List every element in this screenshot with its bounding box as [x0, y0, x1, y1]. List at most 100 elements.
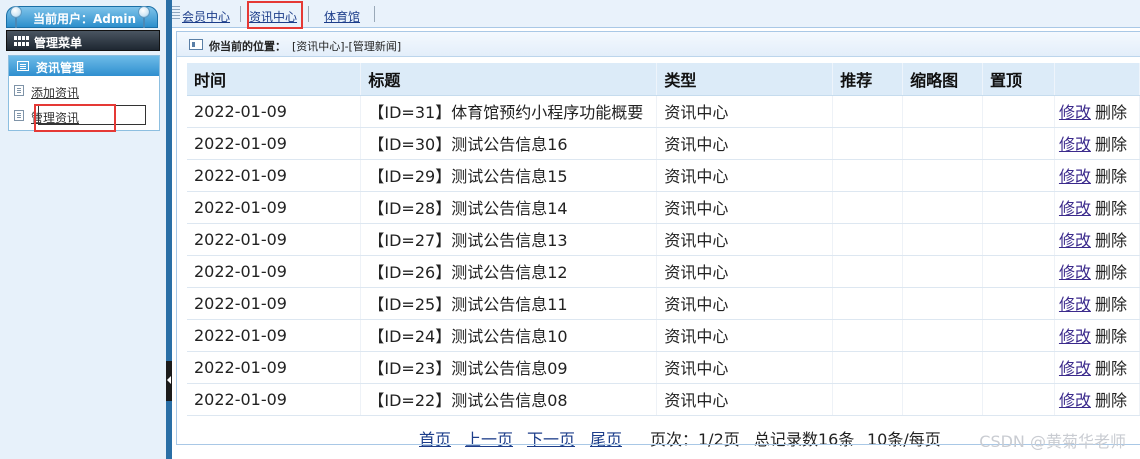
cell-title: 【ID=31】体育馆预约小程序功能概要	[360, 95, 658, 128]
table-row: 2022-01-09 【ID=22】测试公告信息08 资讯中心 修改 删除	[187, 383, 1140, 416]
cell-date: 2022-01-09	[187, 319, 362, 352]
cell-title: 【ID=23】测试公告信息09	[360, 351, 658, 384]
pin-icon	[138, 6, 150, 28]
cell-title: 【ID=30】测试公告信息16	[360, 127, 658, 160]
cell-recommend	[832, 127, 904, 160]
cell-title: 【ID=25】测试公告信息11	[360, 287, 658, 320]
cell-pinned	[982, 319, 1055, 352]
cell-title: 【ID=29】测试公告信息15	[360, 159, 658, 192]
cell-date: 2022-01-09	[187, 255, 362, 288]
first-page-link[interactable]: 首页	[419, 426, 451, 450]
cell-actions: 修改 删除	[1054, 319, 1140, 352]
cell-date: 2022-01-09	[187, 287, 362, 320]
last-page-link[interactable]: 尾页	[590, 426, 622, 450]
table-row: 2022-01-09 【ID=30】测试公告信息16 资讯中心 修改 删除	[187, 127, 1140, 160]
cell-title: 【ID=27】测试公告信息13	[360, 223, 658, 256]
current-user-label: 当前用户：Admin	[33, 12, 137, 26]
grip-icon	[172, 6, 180, 20]
cell-actions: 修改 删除	[1054, 383, 1140, 416]
prev-page-link[interactable]: 上一页	[465, 426, 513, 450]
delete-link[interactable]: 删除	[1095, 167, 1127, 186]
menu-group-title: 资讯管理	[36, 61, 85, 75]
delete-link[interactable]: 删除	[1095, 391, 1127, 410]
menu-group-header[interactable]: 资讯管理	[9, 56, 159, 76]
cell-type: 资讯中心	[656, 319, 834, 352]
cell-type: 资讯中心	[656, 127, 834, 160]
cell-pinned	[982, 383, 1055, 416]
cell-recommend	[832, 287, 904, 320]
edit-link[interactable]: 修改	[1059, 391, 1091, 410]
edit-link[interactable]: 修改	[1059, 295, 1091, 314]
column-header-type: 类型	[656, 63, 834, 96]
list-icon	[17, 61, 29, 71]
cell-date: 2022-01-09	[187, 95, 362, 128]
delete-link[interactable]: 删除	[1095, 263, 1127, 282]
table-row: 2022-01-09 【ID=29】测试公告信息15 资讯中心 修改 删除	[187, 159, 1140, 192]
cell-pinned	[982, 223, 1055, 256]
location-path: [资讯中心]-[管理新闻]	[292, 40, 402, 53]
cell-title: 【ID=24】测试公告信息10	[360, 319, 658, 352]
cell-date: 2022-01-09	[187, 159, 362, 192]
nav-gym[interactable]: 体育馆	[324, 8, 360, 25]
cell-title: 【ID=22】测试公告信息08	[360, 383, 658, 416]
delete-link[interactable]: 删除	[1095, 103, 1127, 122]
cell-thumbnail	[902, 95, 984, 128]
edit-link[interactable]: 修改	[1059, 263, 1091, 282]
delete-link[interactable]: 删除	[1095, 199, 1127, 218]
edit-link[interactable]: 修改	[1059, 135, 1091, 154]
cell-recommend	[832, 223, 904, 256]
cell-date: 2022-01-09	[187, 127, 362, 160]
cell-actions: 修改 删除	[1054, 191, 1140, 224]
pin-icon	[10, 6, 22, 28]
column-header-thumbnail: 缩略图	[902, 63, 984, 96]
cell-actions: 修改 删除	[1054, 127, 1140, 160]
menu-title: 管理菜单	[34, 36, 83, 50]
highlight-box	[34, 104, 116, 132]
location-label: 你当前的位置：	[209, 40, 286, 53]
next-page-link[interactable]: 下一页	[527, 426, 575, 450]
column-header-title: 标题	[360, 63, 658, 96]
cell-thumbnail	[902, 287, 984, 320]
cell-date: 2022-01-09	[187, 351, 362, 384]
cell-recommend	[832, 351, 904, 384]
delete-link[interactable]: 删除	[1095, 231, 1127, 250]
delete-link[interactable]: 删除	[1095, 135, 1127, 154]
table-header-row: 时间 标题 类型 推荐 缩略图 置顶	[187, 63, 1140, 96]
cell-type: 资讯中心	[656, 383, 834, 416]
cell-type: 资讯中心	[656, 351, 834, 384]
main-content: 你当前的位置： [资讯中心]-[管理新闻] 时间 标题 类型 推荐 缩略图 置顶…	[176, 31, 1140, 445]
nav-separator	[374, 6, 375, 22]
cell-recommend	[832, 95, 904, 128]
cell-actions: 修改 删除	[1054, 159, 1140, 192]
nav-member-center[interactable]: 会员中心	[182, 8, 230, 25]
table-row: 2022-01-09 【ID=26】测试公告信息12 资讯中心 修改 删除	[187, 255, 1140, 288]
cell-thumbnail	[902, 223, 984, 256]
column-header-recommend: 推荐	[832, 63, 904, 96]
sidebar-item-label[interactable]: 添加资讯	[31, 84, 79, 101]
edit-link[interactable]: 修改	[1059, 167, 1091, 186]
delete-link[interactable]: 删除	[1095, 327, 1127, 346]
window-icon	[189, 39, 203, 50]
cell-title: 【ID=26】测试公告信息12	[360, 255, 658, 288]
cell-pinned	[982, 255, 1055, 288]
cell-thumbnail	[902, 383, 984, 416]
current-user-bar: 当前用户：Admin	[6, 6, 158, 28]
edit-link[interactable]: 修改	[1059, 199, 1091, 218]
document-icon	[14, 110, 24, 121]
cell-type: 资讯中心	[656, 223, 834, 256]
cell-date: 2022-01-09	[187, 383, 362, 416]
edit-link[interactable]: 修改	[1059, 327, 1091, 346]
edit-link[interactable]: 修改	[1059, 359, 1091, 378]
cell-pinned	[982, 351, 1055, 384]
table-row: 2022-01-09 【ID=25】测试公告信息11 资讯中心 修改 删除	[187, 287, 1140, 320]
cell-type: 资讯中心	[656, 287, 834, 320]
delete-link[interactable]: 删除	[1095, 295, 1127, 314]
delete-link[interactable]: 删除	[1095, 359, 1127, 378]
cell-type: 资讯中心	[656, 191, 834, 224]
edit-link[interactable]: 修改	[1059, 103, 1091, 122]
cell-thumbnail	[902, 127, 984, 160]
cell-date: 2022-01-09	[187, 191, 362, 224]
cell-thumbnail	[902, 319, 984, 352]
edit-link[interactable]: 修改	[1059, 231, 1091, 250]
total-records: 总记录数16条	[754, 430, 855, 449]
